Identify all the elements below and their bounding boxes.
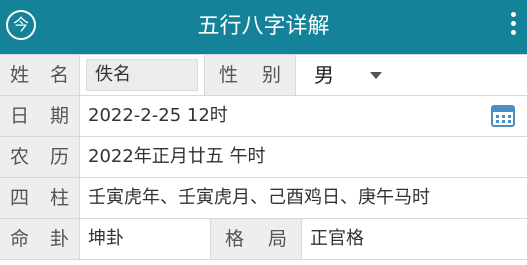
row-gua: 命卦 坤卦 格局 正官格	[0, 219, 527, 260]
chevron-down-icon	[370, 72, 382, 79]
gender-select[interactable]: 男	[296, 55, 382, 95]
row-pillars: 四柱 壬寅虎年、壬寅虎月、己酉鸡日、庚午马时	[0, 178, 527, 219]
date-value[interactable]: 2022-2-25 12时	[80, 96, 228, 136]
pattern-label: 格局	[210, 219, 302, 259]
lunar-value: 2022年正月廿五 午时	[88, 146, 266, 167]
info-table: 姓名 佚名 性别 男 日期 2022-2-25 12时 农历 2022年正月廿五…	[0, 54, 527, 260]
name-label: 姓名	[0, 55, 80, 95]
row-name: 姓名 佚名 性别 男	[0, 55, 527, 96]
pillars-value: 壬寅虎年、壬寅虎月、己酉鸡日、庚午马时	[88, 187, 430, 208]
gender-label: 性别	[204, 55, 296, 95]
date-label: 日期	[0, 96, 80, 136]
page-title: 五行八字详解	[197, 14, 330, 39]
row-lunar: 农历 2022年正月廿五 午时	[0, 137, 527, 178]
more-vert-icon[interactable]	[511, 12, 517, 39]
row-date[interactable]: 日期 2022-2-25 12时	[0, 96, 527, 137]
name-input[interactable]: 佚名	[86, 59, 198, 91]
lunar-label: 农历	[0, 137, 80, 177]
gua-label: 命卦	[0, 219, 80, 259]
app-bar: 今 五行八字详解	[0, 0, 527, 54]
gua-value: 坤卦	[88, 228, 124, 249]
pillars-label: 四柱	[0, 178, 80, 218]
calendar-icon[interactable]	[491, 105, 515, 127]
pattern-value: 正官格	[310, 228, 364, 249]
